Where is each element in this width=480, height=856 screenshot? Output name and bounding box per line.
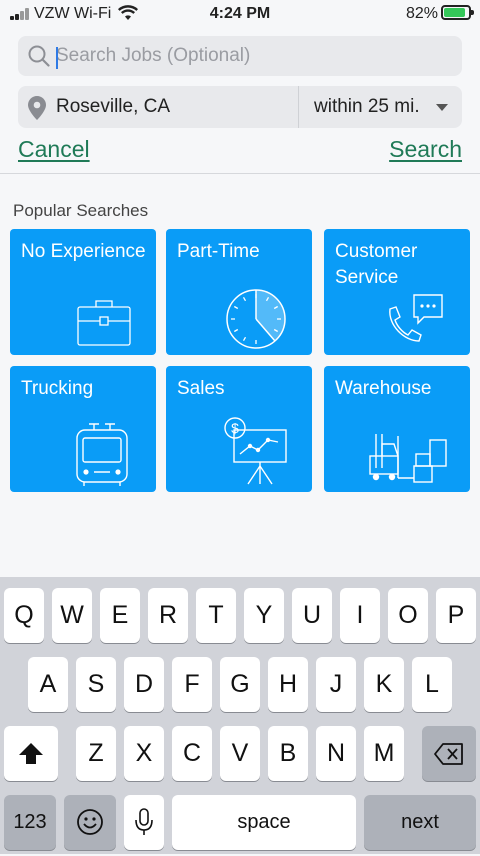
microphone-icon <box>135 808 153 835</box>
key[interactable]: M <box>364 726 404 781</box>
phone-chat-icon <box>389 294 443 342</box>
clock-icon <box>226 289 286 349</box>
key[interactable]: V <box>220 726 260 781</box>
key[interactable]: U <box>292 588 332 643</box>
emoji-key[interactable] <box>64 795 116 850</box>
key[interactable]: I <box>340 588 380 643</box>
key[interactable]: D <box>124 657 164 712</box>
tile-label: Warehouse <box>335 378 432 399</box>
key[interactable]: Y <box>244 588 284 643</box>
battery-icon <box>441 5 474 20</box>
job-search-field[interactable] <box>18 36 462 76</box>
tile-label: No Experience <box>21 241 146 262</box>
key[interactable]: R <box>148 588 188 643</box>
text-caret <box>56 47 58 69</box>
keyboard: Q W E R T Y U I O P A S D F G H J K L Z … <box>0 577 480 854</box>
key[interactable]: G <box>220 657 260 712</box>
key[interactable]: A <box>28 657 68 712</box>
search-icon <box>28 45 50 67</box>
tile-sales[interactable]: Sales $ <box>166 366 312 492</box>
chart-presentation-icon: $ <box>224 417 287 485</box>
divider <box>298 86 299 128</box>
cancel-button[interactable]: Cancel <box>18 136 90 163</box>
tile-label: Customer Service <box>335 241 418 288</box>
key[interactable]: X <box>124 726 164 781</box>
key[interactable]: W <box>52 588 92 643</box>
key[interactable]: E <box>100 588 140 643</box>
tile-label: Trucking <box>21 378 94 399</box>
key[interactable]: J <box>316 657 356 712</box>
header-divider <box>0 173 480 174</box>
shift-icon <box>19 743 43 764</box>
popular-searches-heading: Popular Searches <box>13 201 149 220</box>
status-bar: VZW Wi-Fi 4:24 PM 82% <box>0 0 480 28</box>
key[interactable]: C <box>172 726 212 781</box>
tile-part-time[interactable]: Part-Time <box>166 229 312 355</box>
key[interactable]: T <box>196 588 236 643</box>
key[interactable]: O <box>388 588 428 643</box>
numbers-key[interactable]: 123 <box>4 795 56 850</box>
battery-percent: 82% <box>406 5 439 22</box>
key[interactable]: B <box>268 726 308 781</box>
tile-trucking[interactable]: Trucking <box>10 366 156 492</box>
dictation-key[interactable] <box>124 795 164 850</box>
radius-select[interactable]: within 25 mi. <box>314 96 420 118</box>
key[interactable]: K <box>364 657 404 712</box>
backspace-icon <box>434 743 463 765</box>
key[interactable]: N <box>316 726 356 781</box>
key[interactable]: H <box>268 657 308 712</box>
key[interactable]: Q <box>4 588 44 643</box>
search-button[interactable]: Search <box>389 136 462 163</box>
key[interactable]: L <box>412 657 452 712</box>
location-input[interactable]: Roseville, CA <box>56 96 170 118</box>
tile-customer-service[interactable]: Customer Service <box>324 229 470 355</box>
location-pin-icon <box>28 96 46 120</box>
tile-label: Part-Time <box>177 241 260 262</box>
key[interactable]: F <box>172 657 212 712</box>
delete-key[interactable] <box>422 726 476 781</box>
chevron-down-icon[interactable] <box>436 104 448 111</box>
shift-key[interactable] <box>4 726 58 781</box>
next-key[interactable]: next <box>364 795 476 850</box>
space-key[interactable]: space <box>172 795 356 850</box>
briefcase-icon <box>77 300 131 346</box>
location-row: Roseville, CA within 25 mi. <box>18 86 462 128</box>
key[interactable]: Z <box>76 726 116 781</box>
tile-warehouse[interactable]: Warehouse <box>324 366 470 492</box>
tile-label: Sales <box>177 378 225 399</box>
tile-no-experience[interactable]: No Experience <box>10 229 156 355</box>
key[interactable]: S <box>76 657 116 712</box>
key[interactable]: P <box>436 588 476 643</box>
emoji-icon <box>77 809 103 835</box>
truck-icon <box>76 423 128 486</box>
search-input[interactable] <box>56 36 446 76</box>
svg-text:$: $ <box>231 420 239 436</box>
forklift-icon <box>369 434 447 483</box>
